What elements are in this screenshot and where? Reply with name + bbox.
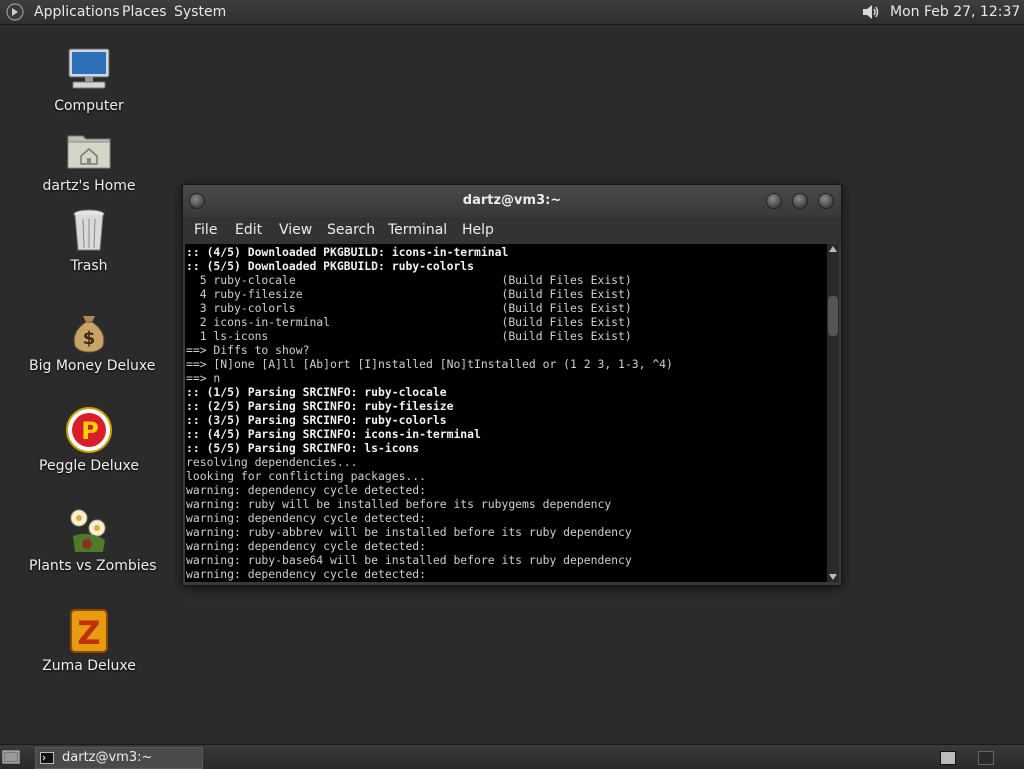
- minimize-button[interactable]: [766, 193, 782, 209]
- menu-help[interactable]: Help: [462, 222, 494, 238]
- desktop-icon-label: Peggle Deluxe: [39, 458, 139, 474]
- terminal-line: 1 ls-icons (Build Files Exist): [186, 329, 632, 343]
- terminal-line: :: (3/5) Parsing SRCINFO: ruby-colorls: [186, 413, 447, 427]
- desktop-icon-label: Big Money Deluxe: [29, 358, 156, 374]
- window-titlebar[interactable]: dartz@vm3:~: [183, 185, 841, 217]
- svg-text:Z: Z: [77, 614, 100, 652]
- money-bag-icon: $: [73, 316, 105, 353]
- clock[interactable]: Mon Feb 27, 12:37 AM: [890, 3, 1024, 21]
- plants-vs-zombies-icon: [70, 509, 106, 552]
- computer-icon: [68, 48, 110, 89]
- scroll-up-arrow-icon[interactable]: [829, 246, 837, 252]
- menu-search[interactable]: Search: [327, 222, 375, 238]
- close-button[interactable]: [818, 193, 834, 209]
- terminal-scrollbar[interactable]: [827, 244, 839, 582]
- desktop-icon-peggle[interactable]: P Peggle Deluxe: [29, 406, 149, 474]
- terminal-line: 4 ruby-filesize (Build Files Exist): [186, 287, 632, 301]
- menu-terminal[interactable]: Terminal: [388, 222, 447, 238]
- desktop-icon-zuma[interactable]: Z Zuma Deluxe: [29, 606, 149, 674]
- terminal-line: :: (2/5) Parsing SRCINFO: ruby-filesize: [186, 399, 454, 413]
- terminal-line: ==> n: [186, 371, 221, 385]
- terminal-line: 5 ruby-clocale (Build Files Exist): [186, 273, 632, 287]
- applications-menu[interactable]: Applications: [34, 3, 120, 21]
- places-menu[interactable]: Places: [122, 3, 167, 21]
- svg-text:$: $: [83, 328, 96, 349]
- workspace-2[interactable]: [978, 751, 994, 765]
- terminal-line: warning: ruby-base64 will be installed b…: [186, 553, 632, 567]
- terminal-line: warning: dependency cycle detected:: [186, 511, 427, 525]
- peggle-icon: P: [66, 407, 112, 453]
- volume-icon[interactable]: [861, 3, 881, 21]
- desktop-icon-label: Computer: [54, 98, 124, 114]
- desktop-icon-home[interactable]: dartz's Home: [29, 126, 149, 194]
- terminal-line: 2 icons-in-terminal (Build Files Exist): [186, 315, 632, 329]
- terminal-menubar: File Edit View Search Terminal Help: [183, 217, 841, 244]
- terminal-output[interactable]: :: (4/5) Downloaded PKGBUILD: icons-in-t…: [185, 244, 827, 582]
- terminal-line: :: (4/5) Downloaded PKGBUILD: icons-in-t…: [186, 245, 509, 259]
- terminal-line: warning: ruby-abbrev will be installed b…: [186, 525, 632, 539]
- desktop-icon-label: dartz's Home: [42, 178, 136, 194]
- desktop-icon-label: Zuma Deluxe: [42, 658, 136, 674]
- menu-view[interactable]: View: [279, 222, 312, 238]
- terminal-line: :: (4/5) Parsing SRCINFO: icons-in-termi…: [186, 427, 481, 441]
- terminal-line: ==> [N]one [A]ll [Ab]ort [I]nstalled [No…: [186, 357, 673, 371]
- maximize-button[interactable]: [792, 193, 808, 209]
- workspace-1[interactable]: [940, 751, 956, 765]
- terminal-line: looking for conflicting packages...: [186, 469, 427, 483]
- terminal-line: :: (1/5) Parsing SRCINFO: ruby-clocale: [186, 385, 447, 399]
- gnome-foot-icon[interactable]: [6, 3, 24, 21]
- desktop-icon-plants-vs-zombies[interactable]: Plants vs Zombies: [29, 506, 157, 574]
- menu-file[interactable]: File: [194, 222, 217, 238]
- terminal-line: warning: dependency cycle detected:: [186, 567, 427, 581]
- system-menu[interactable]: System: [174, 3, 226, 21]
- scroll-thumb[interactable]: [828, 296, 838, 336]
- terminal-icon: [40, 752, 54, 764]
- terminal-line: :: (5/5) Parsing SRCINFO: ls-icons: [186, 441, 420, 455]
- terminal-line: warning: ruby will be installed before i…: [186, 497, 612, 511]
- zuma-icon: Z: [70, 609, 108, 653]
- window-title: dartz@vm3:~: [462, 193, 562, 208]
- terminal-window[interactable]: dartz@vm3:~ File Edit View Search Termin…: [182, 184, 842, 586]
- desktop-icon-trash[interactable]: Trash: [29, 206, 149, 274]
- terminal-line: resolving dependencies...: [186, 455, 358, 469]
- terminal-line: ==> Diffs to show?: [186, 343, 310, 357]
- desktop-icon-big-money[interactable]: $ Big Money Deluxe: [29, 306, 156, 374]
- desktop-icon-computer[interactable]: Computer: [29, 46, 149, 114]
- svg-text:P: P: [81, 417, 99, 445]
- terminal-line: 3 ruby-colorls (Build Files Exist): [186, 301, 632, 315]
- bottom-panel: dartz@vm3:~: [0, 744, 1024, 769]
- desktop-icon-label: Trash: [70, 258, 108, 274]
- home-folder-icon: [67, 135, 111, 169]
- terminal-line: warning: dependency cycle detected:: [186, 539, 427, 553]
- menu-edit[interactable]: Edit: [235, 222, 262, 238]
- desktop-icon-label: Plants vs Zombies: [29, 558, 157, 574]
- trash-icon: [73, 209, 105, 251]
- terminal-line: :: (5/5) Downloaded PKGBUILD: ruby-color…: [186, 259, 475, 273]
- taskbar-terminal-label: dartz@vm3:~: [62, 750, 153, 765]
- scroll-down-arrow-icon[interactable]: [829, 574, 837, 580]
- taskbar-terminal-button[interactable]: dartz@vm3:~: [35, 747, 203, 769]
- top-panel: Applications Places System Mon Feb 27, 1…: [0, 0, 1024, 25]
- show-desktop-icon[interactable]: [2, 749, 20, 765]
- terminal-line: warning: dependency cycle detected:: [186, 483, 427, 497]
